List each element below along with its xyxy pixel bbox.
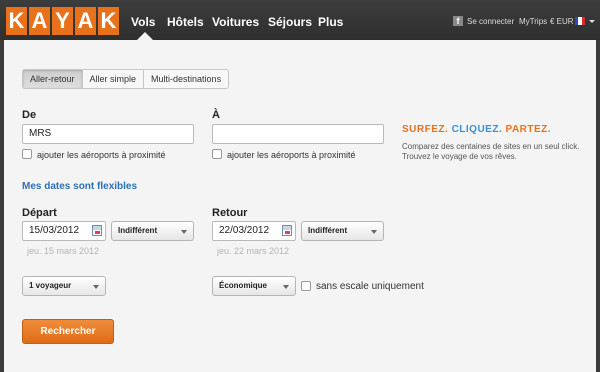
nav-voitures[interactable]: Voitures	[212, 15, 259, 29]
chevron-down-icon	[93, 285, 99, 289]
promo-word: SURFEZ.	[402, 124, 449, 135]
search-button[interactable]: Rechercher	[22, 319, 114, 344]
calendar-icon[interactable]	[92, 225, 102, 236]
promo-text-line: Trouvez le voyage de vos rêves.	[402, 152, 517, 161]
nav-vols[interactable]: Vols	[131, 15, 155, 29]
top-navigation-bar: K A Y A K Vols Hôtels Voitures Séjours P…	[0, 0, 600, 40]
return-label: Retour	[212, 207, 248, 219]
return-date-input[interactable]: 22/03/2012	[212, 221, 296, 241]
depart-time-select[interactable]: Indifférent	[111, 221, 194, 241]
facebook-icon[interactable]: f	[453, 16, 463, 26]
tab-multi-city[interactable]: Multi-destinations	[144, 70, 228, 88]
return-time-value: Indifférent	[308, 226, 348, 235]
logo-letter: Y	[52, 7, 73, 35]
nav-sejours[interactable]: Séjours	[268, 15, 312, 29]
travelers-select[interactable]: 1 voyageur	[22, 276, 106, 296]
calendar-icon[interactable]	[282, 225, 292, 236]
promo-text-line: Comparez des centaines de sites en un se…	[402, 142, 580, 151]
currency-selector[interactable]: € EUR	[550, 17, 574, 26]
logo-letter: A	[29, 7, 50, 35]
flexible-dates-link[interactable]: Mes dates sont flexibles	[22, 181, 137, 192]
return-date-hint: jeu. 22 mars 2012	[217, 246, 290, 256]
return-date-value: 22/03/2012	[219, 225, 270, 236]
trip-type-tabs: Aller-retour Aller simple Multi-destinat…	[22, 69, 230, 89]
depart-time-value: Indifférent	[118, 226, 158, 235]
to-nearby-checkbox[interactable]	[212, 149, 222, 159]
promo-word: CLIQUEZ.	[451, 124, 503, 135]
depart-date-value: 15/03/2012	[29, 225, 80, 236]
chevron-down-icon	[181, 230, 187, 234]
from-label: De	[22, 109, 37, 121]
promo-tagline: SURFEZ. CLIQUEZ. PARTEZ.	[402, 124, 551, 135]
nav-hotels[interactable]: Hôtels	[167, 15, 204, 29]
cabin-value: Économique	[219, 281, 268, 290]
travelers-value: 1 voyageur	[29, 281, 72, 290]
logo-letter: K	[6, 7, 27, 35]
to-input[interactable]	[212, 124, 384, 144]
chevron-down-icon	[283, 285, 289, 289]
nonstop-checkbox[interactable]	[301, 281, 311, 291]
mytrips-link[interactable]: MyTrips	[519, 17, 547, 26]
chevron-down-icon[interactable]	[589, 20, 595, 23]
from-nearby-checkbox[interactable]	[22, 149, 32, 159]
from-input[interactable]: MRS	[22, 124, 194, 144]
return-time-select[interactable]: Indifférent	[301, 221, 384, 241]
depart-date-hint: jeu. 15 mars 2012	[27, 246, 100, 256]
signin-link[interactable]: Se connecter	[467, 17, 514, 26]
from-nearby-label: ajouter les aéroports à proximité	[37, 150, 166, 160]
tab-one-way[interactable]: Aller simple	[83, 70, 145, 88]
logo-letter: K	[98, 7, 119, 35]
active-tab-pointer	[137, 32, 153, 40]
tab-round-trip[interactable]: Aller-retour	[23, 70, 83, 88]
cabin-select[interactable]: Économique	[212, 276, 296, 296]
nav-plus[interactable]: Plus	[318, 15, 343, 29]
kayak-logo[interactable]: K A Y A K	[6, 7, 119, 35]
to-label: À	[212, 109, 220, 121]
depart-date-input[interactable]: 15/03/2012	[22, 221, 106, 241]
nonstop-label: sans escale uniquement	[316, 281, 424, 292]
logo-letter: A	[75, 7, 96, 35]
french-flag-icon[interactable]	[575, 17, 585, 25]
chevron-down-icon	[371, 230, 377, 234]
promo-word: PARTEZ.	[505, 124, 552, 135]
to-nearby-label: ajouter les aéroports à proximité	[227, 150, 356, 160]
depart-label: Départ	[22, 207, 57, 219]
